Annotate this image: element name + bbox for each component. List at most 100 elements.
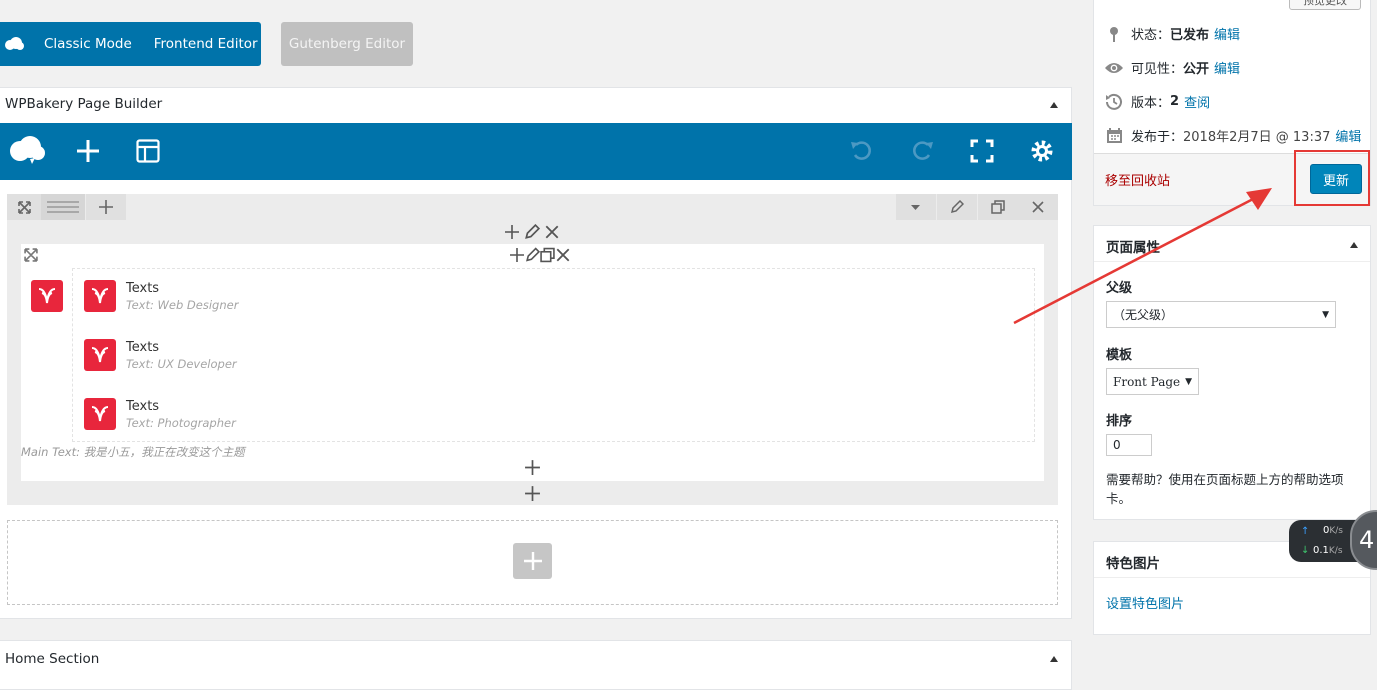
visibility-value: 公开 [1183,62,1210,77]
element-title: Texts [126,340,160,355]
list-item[interactable]: Texts Text: Web Designer [84,280,238,312]
fullscreen-icon[interactable] [970,139,994,163]
container-logo-icon [31,280,63,312]
column-controls [504,224,560,240]
pin-icon [1104,26,1124,42]
pencil-icon[interactable] [524,224,540,240]
cloud-icon [4,37,26,51]
element-title: Texts [126,399,160,414]
clone-icon [991,200,1005,214]
published-row: 发布于： 2018年2月7日 @ 13:37 编辑 [1104,126,1361,145]
published-edit-link[interactable]: 编辑 [1335,126,1361,145]
redo-icon[interactable] [910,140,934,162]
element-subtitle: Text: Web Designer [126,298,239,312]
visibility-edit-link[interactable]: 编辑 [1214,58,1240,77]
collapse-arrow-icon[interactable] [1350,242,1358,248]
texts-logo-icon [84,339,116,371]
list-item[interactable]: Texts Text: Photographer [84,398,236,430]
list-item[interactable]: Texts Text: UX Developer [84,339,237,371]
builder-toolbar [0,123,1072,180]
template-select[interactable]: Front Page ▼ [1106,368,1199,395]
layout-lines-icon [47,201,79,213]
plus-icon [99,200,113,214]
row-clone-button[interactable] [978,194,1018,220]
row-add-column-button[interactable] [86,194,126,220]
revisions-label: 版本： [1131,96,1171,111]
arrow-up-icon: ↑ [1301,526,1310,537]
row-toggle-button[interactable] [896,194,936,220]
wpbakery-logo-icon[interactable] [8,135,46,165]
revisions-row: 版本： 2 查阅 [1104,92,1210,111]
container-controls [509,247,571,263]
plus-icon[interactable] [504,224,520,240]
visibility-row: 可见性： 公开 编辑 [1104,58,1240,77]
collapse-arrow-icon[interactable] [1050,656,1058,662]
editor-mode-bar: Classic Mode Frontend Editor [0,22,261,66]
collapse-arrow-icon[interactable] [1050,102,1058,108]
download-speed: 0.1 [1313,545,1329,556]
element-subtitle: Text: UX Developer [126,357,237,371]
order-input[interactable]: 0 [1106,434,1152,456]
undo-icon[interactable] [850,140,874,162]
add-element-button[interactable] [513,543,552,579]
template-value: Front Page [1113,374,1181,389]
gear-icon[interactable] [1030,139,1054,163]
element-title: Texts [126,281,160,296]
download-unit: K/s [1328,546,1343,556]
move-to-trash-link[interactable]: 移至回收站 [1105,170,1170,189]
texts-logo-icon [84,398,116,430]
published-label: 发布于： [1131,130,1184,145]
speed-ball-count: 4 [1359,526,1375,554]
close-icon[interactable] [544,224,560,240]
templates-icon[interactable] [136,139,160,163]
pencil-icon[interactable] [525,247,540,263]
pencil-icon [950,200,964,214]
expand-arrows-icon [18,201,31,214]
add-element-icon[interactable] [76,137,100,165]
order-value: 0 [1113,438,1121,452]
row-delete-button[interactable] [1018,194,1058,220]
wpbakery-title: WPBakery Page Builder [5,96,163,112]
status-edit-link[interactable]: 编辑 [1214,24,1240,43]
add-column-plus-icon[interactable] [524,485,541,502]
main-text-preview: Main Text: 我是小五，我正在改变这个主题 [21,445,245,459]
element-subtitle: Text: Photographer [126,416,236,430]
page-attributes-title: 页面属性 [1106,240,1160,256]
status-value: 已发布 [1170,28,1210,43]
status-row: 状态： 已发布 编辑 [1104,24,1240,43]
eye-icon [1104,61,1124,75]
help-text: 需要帮助？使用在页面标题上方的帮助选项卡。 [1106,472,1344,506]
parent-select[interactable]: （无父级） ▼ [1106,301,1336,328]
status-label: 状态： [1131,28,1171,43]
expand-arrows-icon[interactable] [24,248,38,262]
row-layout-button[interactable] [41,194,85,220]
texts-logo-icon [84,280,116,312]
featured-image-title: 特色图片 [1106,556,1160,572]
row-edit-button[interactable] [937,194,977,220]
row-move-handle[interactable] [7,194,41,220]
template-label: 模板 [1106,348,1133,363]
set-featured-image-link[interactable]: 设置特色图片 [1106,593,1184,612]
preview-changes-button[interactable]: 预览更改 [1289,0,1361,10]
home-section-title: Home Section [5,651,100,667]
close-icon [1032,201,1044,213]
dropdown-arrow-icon: ▼ [1185,376,1192,387]
caret-down-icon [911,205,920,210]
history-icon [1104,93,1124,111]
published-date: 2018年2月7日 @ 13:37 [1183,130,1331,145]
frontend-editor-button[interactable]: Frontend Editor [154,36,258,52]
visibility-label: 可见性： [1131,62,1184,77]
revisions-value: 2 [1170,94,1180,109]
gutenberg-editor-button[interactable]: Gutenberg Editor [281,22,413,66]
clone-icon[interactable] [540,247,555,263]
classic-mode-button[interactable]: Classic Mode [44,36,132,52]
order-label: 排序 [1106,414,1133,429]
network-speed-widget[interactable]: ↑ 0K/s ↓ 0.1K/s [1289,520,1359,562]
add-inside-plus-icon[interactable] [524,459,541,476]
dropdown-arrow-icon: ▼ [1322,309,1329,320]
calendar-icon [1104,127,1124,144]
plus-icon[interactable] [509,247,525,263]
parent-label: 父级 [1106,281,1133,296]
close-icon[interactable] [555,247,571,263]
revisions-browse-link[interactable]: 查阅 [1184,92,1210,111]
